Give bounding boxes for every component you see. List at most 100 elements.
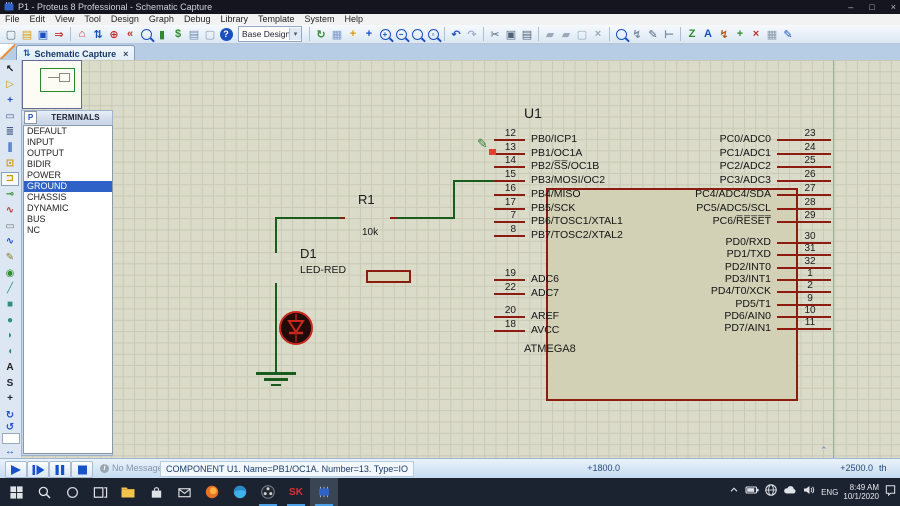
tape-recorder-mode[interactable]: ▭ [1,219,19,233]
wire-label-mode[interactable]: ▭ [1,109,19,123]
2d-circle-mode[interactable]: ● [1,313,19,327]
pin-stub[interactable] [494,152,525,155]
taskbar-task-view-icon[interactable] [86,478,114,506]
step-button[interactable] [27,461,49,478]
stop-button[interactable] [71,461,93,478]
save-design-icon[interactable]: ▣ [36,27,51,42]
material-list-icon[interactable]: ▮ [155,27,170,42]
pin-stub[interactable] [777,152,831,155]
zoom-all-icon[interactable] [410,27,425,42]
add-sheet-icon[interactable]: + [733,27,748,42]
graph-mode[interactable]: ∿ [1,203,19,217]
home-tab-notch[interactable] [0,44,15,59]
pin-stub[interactable] [777,328,831,331]
language-indicator[interactable]: ENG [821,488,838,497]
help-icon[interactable]: ? [219,27,234,42]
taskbar-obs-icon[interactable] [254,478,282,506]
design-selector-combo[interactable]: Base Design ▾ [238,26,302,42]
ground-bar-2[interactable] [264,378,288,381]
2d-text-mode[interactable]: A [1,360,19,374]
terminal-item-input[interactable]: INPUT [24,137,112,148]
redraw-icon[interactable]: ↻ [314,27,329,42]
wire-r1-to-riser[interactable] [397,217,454,219]
goto-sheet-icon[interactable]: « [123,27,138,42]
menu-help[interactable]: Help [340,14,369,25]
pin-stub[interactable] [777,180,831,183]
zoom-in-icon[interactable]: + [378,27,393,42]
overview-pane[interactable] [22,60,82,109]
new-sheet-icon[interactable]: ⇅ [91,27,106,42]
copy-icon[interactable]: ▣ [504,27,519,42]
taskbar-file-explorer-icon[interactable] [114,478,142,506]
search-and-tag-icon[interactable] [614,27,629,42]
ground-bar-3[interactable] [271,384,281,386]
menu-system[interactable]: System [300,14,340,25]
component-mode[interactable]: ▷ [1,78,19,92]
import-section-icon[interactable]: ⇒ [52,27,67,42]
edit-sheet-icon[interactable]: ✎ [781,27,796,42]
menu-file[interactable]: File [0,14,25,25]
2d-box-mode[interactable]: ■ [1,298,19,312]
minimize-button[interactable]: – [848,2,853,12]
terminal-item-power[interactable]: POWER [24,170,112,181]
pin-stub[interactable] [494,207,525,210]
paste-icon[interactable]: ▤ [520,27,535,42]
cut-icon[interactable]: ✂ [488,27,503,42]
close-button[interactable]: × [891,2,896,12]
maximize-button[interactable]: □ [869,2,874,12]
pin-stub[interactable] [777,207,831,210]
copy-block-icon[interactable]: ▰ [543,27,558,42]
delete-block-icon[interactable]: × [591,27,606,42]
menu-template[interactable]: Template [253,14,300,25]
pin-stub[interactable] [777,193,831,196]
pin-stub[interactable] [494,279,525,281]
terminal-item-nc[interactable]: NC [24,225,112,236]
remove-sheet-icon[interactable]: × [749,27,764,42]
terminals-mode[interactable]: ⊐ [1,171,19,186]
zone-icon[interactable]: ↯ [717,27,732,42]
pin-stub[interactable] [494,193,525,196]
pan-icon[interactable]: + [362,27,377,42]
led-d1[interactable] [279,311,313,345]
2d-path-mode[interactable]: ◖ [1,345,19,359]
new-root-sheet-icon[interactable]: Z [685,27,700,42]
taskbar-cortana-icon[interactable] [58,478,86,506]
bill-of-materials-icon[interactable]: $ [171,27,186,42]
pin-stub[interactable] [494,221,525,224]
zoom-area-icon[interactable]: ▫ [426,27,441,42]
selection-mode[interactable]: ↖ [1,62,19,76]
origin-icon[interactable]: + [346,27,361,42]
wire-led-to-r1[interactable] [276,217,340,219]
menu-graph[interactable]: Graph [144,14,179,25]
chevron-down-icon[interactable]: ▾ [289,28,301,40]
buses-mode[interactable]: ∥ [1,141,19,155]
terminal-item-bidir[interactable]: BIDIR [24,159,112,170]
menu-tool[interactable]: Tool [79,14,106,25]
redo-icon[interactable]: ↷ [465,27,480,42]
current-probe-mode[interactable]: ◉ [1,266,19,280]
wire-led-anode[interactable] [275,217,277,253]
edit-properties-icon[interactable]: ✎ [646,27,661,42]
property-assignment-icon[interactable]: ↯ [630,27,645,42]
taskbar-clock[interactable]: 8:49 AM 10/1/2020 [843,483,879,501]
menu-library[interactable]: Library [215,14,253,25]
pin-stub[interactable] [494,139,525,141]
ascii-data-icon[interactable]: A [701,27,716,42]
taskbar-mail-icon[interactable] [170,478,198,506]
taskbar-search-icon[interactable] [30,478,58,506]
subcircuit-mode[interactable]: ⊡ [1,156,19,170]
exit-to-parent-icon[interactable]: ▦ [765,27,780,42]
taskbar-edge-icon[interactable] [226,478,254,506]
2d-line-mode[interactable]: ╱ [1,282,19,296]
rotate-block-icon[interactable]: ▢ [575,27,590,42]
new-design-icon[interactable]: ▢ [4,27,19,42]
zoom-out-icon[interactable]: − [394,27,409,42]
menu-view[interactable]: View [50,14,79,25]
tab-schematic-capture[interactable]: ⇅ Schematic Capture × [16,45,136,61]
tray-chevron-icon[interactable] [728,483,740,501]
open-design-icon[interactable]: ▤ [20,27,35,42]
message-indicator[interactable]: i No Messages [100,463,167,473]
find-part-icon[interactable] [139,27,154,42]
pin-stub[interactable] [777,166,831,169]
center-at-cursor-icon[interactable]: ⊕ [107,27,122,42]
